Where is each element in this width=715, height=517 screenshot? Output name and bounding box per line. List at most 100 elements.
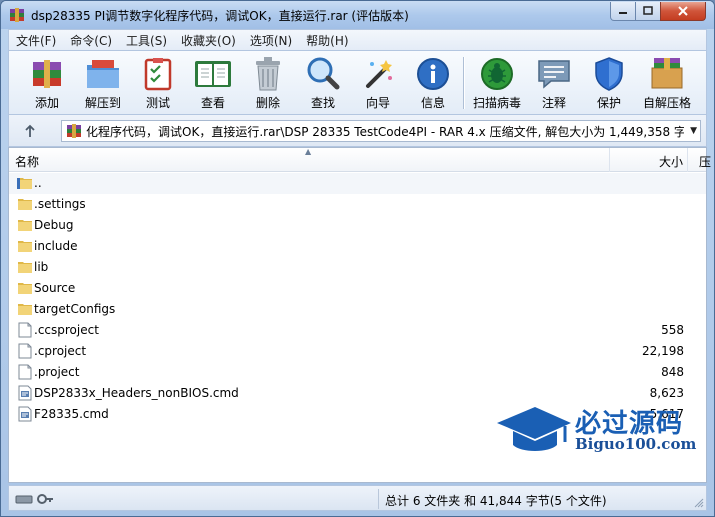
- test-button[interactable]: 测试: [130, 55, 186, 111]
- column-packed[interactable]: 压: [699, 153, 711, 170]
- list-item[interactable]: Source: [9, 278, 706, 299]
- folder-icon: [18, 283, 32, 294]
- minimize-button[interactable]: [610, 2, 636, 21]
- menu-bar: 文件(F) 命令(C) 工具(S) 收藏夹(O) 选项(N) 帮助(H): [8, 29, 707, 51]
- column-name[interactable]: 名称: [15, 153, 39, 170]
- drive-key-icon[interactable]: [15, 491, 55, 507]
- column-divider[interactable]: [687, 148, 688, 172]
- view-button[interactable]: 查看: [185, 55, 241, 111]
- list-item[interactable]: Debug: [9, 215, 706, 236]
- file-size: 22,198: [642, 344, 684, 358]
- add-button[interactable]: 添加: [19, 55, 75, 111]
- graduation-cap-icon: [497, 407, 571, 451]
- maximize-icon: [643, 6, 653, 15]
- window-title: dsp28335 PI调节数字化程序代码，调试OK，直接运行.rar (评估版本…: [31, 9, 409, 23]
- list-item[interactable]: include: [9, 236, 706, 257]
- list-item[interactable]: .cproject 22,198: [9, 341, 706, 362]
- virus-bug-icon: [477, 55, 517, 93]
- cmd-file-icon: [18, 385, 32, 401]
- sfx-button[interactable]: 自解压格: [639, 55, 695, 111]
- folder-icon: [18, 262, 32, 273]
- scan-virus-button[interactable]: 扫描病毒: [469, 55, 525, 111]
- path-text: 化程序代码，调试OK，直接运行.rar\DSP 28335 TestCode4P…: [86, 124, 684, 139]
- list-item[interactable]: .ccsproject 558: [9, 320, 706, 341]
- sfx-label: 自解压格: [642, 96, 691, 110]
- close-button[interactable]: [660, 2, 706, 21]
- extract-to-button[interactable]: 解压到: [75, 55, 131, 111]
- extract-to-label: 解压到: [84, 96, 121, 110]
- protect-button[interactable]: 保护: [581, 55, 637, 111]
- path-dropdown-icon[interactable]: ▼: [690, 126, 697, 136]
- file-icon: [18, 364, 32, 380]
- archive-icon: [67, 124, 81, 138]
- toolbar: 添加 解压到 测试 查看 删除 查找 向导 信息 扫描病毒 注释 保护 自解压格: [8, 51, 707, 115]
- path-field[interactable]: 化程序代码，调试OK，直接运行.rar\DSP 28335 TestCode4P…: [61, 120, 701, 142]
- address-bar: 化程序代码，调试OK，直接运行.rar\DSP 28335 TestCode4P…: [8, 115, 707, 147]
- maximize-button[interactable]: [635, 2, 661, 21]
- comment-button[interactable]: 注释: [526, 55, 582, 111]
- comment-label: 注释: [541, 96, 566, 110]
- protect-shield-icon: [589, 55, 629, 93]
- file-name: include: [34, 239, 78, 253]
- column-divider[interactable]: [609, 148, 610, 172]
- folder-icon: [18, 241, 32, 252]
- list-item[interactable]: targetConfigs: [9, 299, 706, 320]
- folder-up-icon: [17, 178, 32, 189]
- view-book-icon: [193, 55, 233, 93]
- scan-virus-label: 扫描病毒: [472, 96, 521, 110]
- test-label: 测试: [145, 96, 170, 110]
- list-header: 名称 ▲ 大小 压: [9, 147, 711, 172]
- folder-icon: [18, 199, 32, 210]
- file-name: .cproject: [34, 344, 87, 358]
- file-name: DSP2833x_Headers_nonBIOS.cmd: [34, 386, 239, 400]
- test-checklist-icon: [138, 55, 178, 93]
- toolbar-separator: [463, 57, 464, 109]
- menu-tools[interactable]: 工具(S): [119, 32, 174, 49]
- column-size[interactable]: 大小: [659, 153, 683, 170]
- list-item[interactable]: .project 848: [9, 362, 706, 383]
- status-bar: 总计 6 文件夹 和 41,844 字节(5 个文件): [8, 485, 707, 511]
- winrar-window: dsp28335 PI调节数字化程序代码，调试OK，直接运行.rar (评估版本…: [0, 0, 715, 517]
- wizard-button[interactable]: 向导: [350, 55, 406, 111]
- file-name: .settings: [34, 197, 86, 211]
- file-size: 558: [661, 323, 684, 337]
- extract-folder-icon: [83, 55, 123, 93]
- watermark-site: Biguo100.com: [575, 435, 697, 453]
- file-size: 848: [661, 365, 684, 379]
- file-size: 8,623: [649, 386, 684, 400]
- resize-grip-icon[interactable]: [694, 498, 704, 508]
- status-summary: 总计 6 文件夹 和 41,844 字节(5 个文件): [385, 494, 607, 508]
- menu-favorites[interactable]: 收藏夹(O): [174, 32, 243, 49]
- protect-label: 保护: [596, 96, 621, 110]
- winrar-app-icon[interactable]: [9, 7, 25, 23]
- file-name: targetConfigs: [34, 302, 116, 316]
- watermark: 必过源码 Biguo100.com: [495, 401, 701, 461]
- comment-icon: [534, 55, 574, 93]
- info-button[interactable]: 信息: [405, 55, 461, 111]
- file-name: Debug: [34, 218, 74, 232]
- delete-label: 删除: [255, 96, 280, 110]
- up-folder-button[interactable]: [19, 121, 41, 141]
- arrow-up-icon: [25, 124, 35, 137]
- file-name: .project: [34, 365, 80, 379]
- menu-file[interactable]: 文件(F): [9, 32, 63, 49]
- file-name: lib: [34, 260, 49, 274]
- list-item[interactable]: lib: [9, 257, 706, 278]
- file-name: Source: [34, 281, 76, 295]
- find-magnifier-icon: [303, 55, 343, 93]
- file-name: .ccsproject: [34, 323, 99, 337]
- list-item[interactable]: ..: [9, 173, 706, 194]
- file-icon: [18, 343, 32, 359]
- folder-icon: [18, 220, 32, 231]
- delete-button[interactable]: 删除: [240, 55, 296, 111]
- menu-options[interactable]: 选项(N): [243, 32, 299, 49]
- find-button[interactable]: 查找: [295, 55, 351, 111]
- menu-commands[interactable]: 命令(C): [63, 32, 119, 49]
- menu-help[interactable]: 帮助(H): [299, 32, 355, 49]
- info-label: 信息: [420, 96, 445, 110]
- list-item[interactable]: .settings: [9, 194, 706, 215]
- find-label: 查找: [310, 96, 335, 110]
- add-archive-icon: [27, 55, 67, 93]
- folder-icon: [18, 304, 32, 315]
- sfx-archive-icon: [647, 55, 687, 93]
